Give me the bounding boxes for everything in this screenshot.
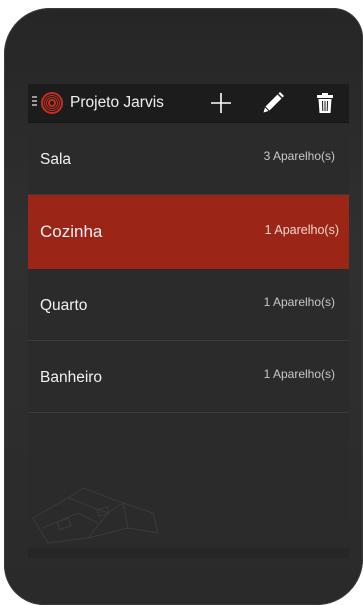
room-item-quarto[interactable]: Quarto 1 Aparelho(s)	[28, 269, 349, 341]
room-list: Sala 3 Aparelho(s) Cozinha 1 Aparelho(s)…	[28, 123, 349, 413]
app-screen: Projeto Jarvis Sala 3 Aparelho(s) Cozinh…	[28, 84, 349, 548]
device-count: 1 Aparelho(s)	[264, 223, 339, 237]
room-item-banheiro[interactable]: Banheiro 1 Aparelho(s)	[28, 341, 349, 413]
app-title: Projeto Jarvis	[70, 94, 164, 111]
device-count: 3 Aparelho(s)	[263, 149, 335, 163]
device-count: 1 Aparelho(s)	[263, 367, 335, 381]
screen-bottom-edge	[28, 548, 349, 558]
room-item-sala[interactable]: Sala 3 Aparelho(s)	[28, 123, 349, 195]
jarvis-logo-icon[interactable]	[40, 91, 64, 115]
trash-icon[interactable]	[313, 91, 337, 115]
plus-icon[interactable]	[209, 91, 233, 115]
action-bar: Projeto Jarvis	[28, 84, 349, 123]
room-name: Quarto	[40, 297, 88, 314]
room-name: Sala	[40, 151, 72, 168]
pencil-icon[interactable]	[261, 91, 285, 115]
drawer-indicator-icon[interactable]	[32, 96, 37, 108]
blueprint-watermark-icon	[32, 487, 159, 544]
device-count: 1 Aparelho(s)	[263, 295, 335, 309]
room-name: Banheiro	[40, 369, 103, 386]
room-item-cozinha[interactable]: Cozinha 1 Aparelho(s)	[28, 195, 349, 269]
room-name: Cozinha	[40, 222, 103, 241]
